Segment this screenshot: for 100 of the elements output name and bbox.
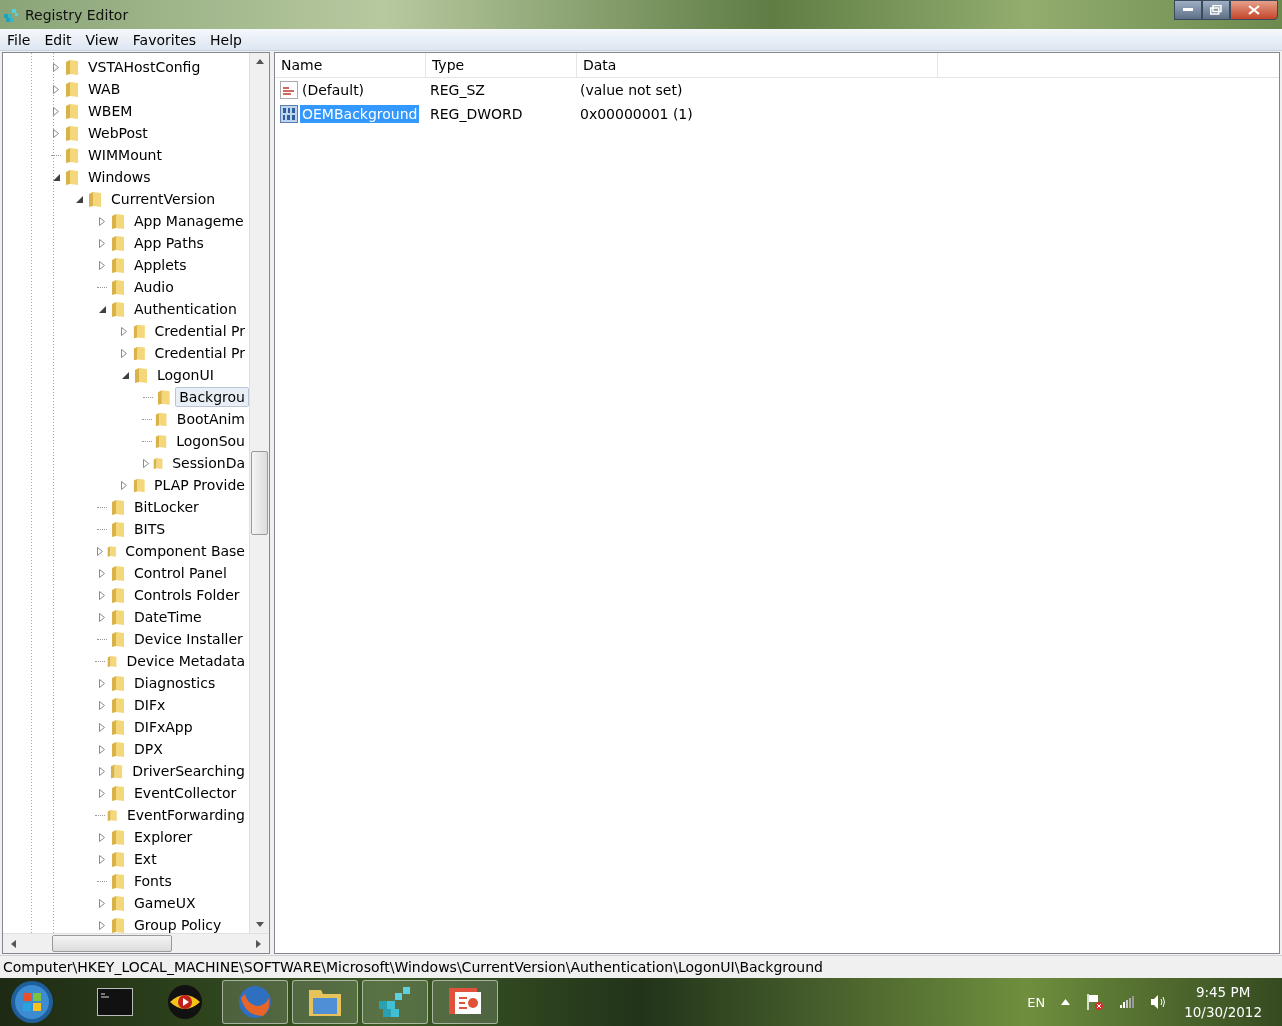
tree-item[interactable]: Group Policy xyxy=(130,915,226,933)
clock-date[interactable]: 10/30/2012 xyxy=(1184,1002,1262,1022)
tree-item[interactable]: BITS xyxy=(130,519,170,539)
tree-item[interactable]: DriverSearching xyxy=(128,761,249,781)
close-button[interactable] xyxy=(1230,0,1278,20)
expand-arrow-icon[interactable] xyxy=(98,766,105,776)
expand-arrow-icon[interactable] xyxy=(96,546,103,556)
tree-item[interactable]: GameUX xyxy=(130,893,200,913)
menu-item[interactable]: View xyxy=(78,31,126,48)
expand-arrow-icon[interactable] xyxy=(53,84,59,94)
tree-item[interactable]: Device Metadata xyxy=(122,651,249,671)
expand-arrow-icon[interactable] xyxy=(99,590,105,600)
vertical-scrollbar[interactable] xyxy=(249,53,269,933)
expand-arrow-icon[interactable] xyxy=(121,480,128,490)
scroll-up-arrow-icon[interactable] xyxy=(255,59,264,64)
expand-arrow-icon[interactable] xyxy=(99,744,105,754)
expand-arrow-icon[interactable] xyxy=(99,216,105,226)
collapse-arrow-icon[interactable] xyxy=(75,195,83,203)
tree-item[interactable]: EventCollector xyxy=(130,783,241,803)
menu-item[interactable]: Edit xyxy=(37,31,79,48)
status-bar: Computer\HKEY_LOCAL_MACHINE\SOFTWARE\Microsoft\Windows\CurrentVersion\Authentication\LogonUI\Background xyxy=(0,955,1282,978)
tree-item[interactable]: WebPost xyxy=(84,123,152,143)
expand-arrow-icon[interactable] xyxy=(99,832,105,842)
expand-arrow-icon[interactable] xyxy=(53,128,59,138)
expand-arrow-icon[interactable] xyxy=(121,348,128,358)
tree-item[interactable]: DPX xyxy=(130,739,167,759)
tree-item[interactable]: DateTime xyxy=(130,607,206,627)
column-header[interactable]: Type xyxy=(426,53,577,77)
expand-arrow-icon[interactable] xyxy=(121,326,128,336)
tree-item[interactable]: Control Panel xyxy=(130,563,231,583)
expand-arrow-icon[interactable] xyxy=(53,62,59,72)
expand-arrow-icon[interactable] xyxy=(99,722,105,732)
tree-item[interactable]: Fonts xyxy=(130,871,176,891)
tree-item[interactable]: Ext xyxy=(130,849,161,869)
tree-item[interactable]: WAB xyxy=(84,79,125,99)
tree-item[interactable]: SessionDa xyxy=(168,453,249,473)
minimize-button[interactable] xyxy=(1174,0,1202,20)
expand-arrow-icon[interactable] xyxy=(99,612,105,622)
tree-item[interactable]: Credential Pr xyxy=(150,321,249,341)
up-arrow-icon[interactable] xyxy=(1061,999,1071,1005)
menu-item[interactable]: File xyxy=(0,31,38,48)
tree-item[interactable]: Windows xyxy=(84,167,155,187)
collapse-arrow-icon[interactable] xyxy=(52,173,60,181)
expand-arrow-icon[interactable] xyxy=(99,854,105,864)
tree-item[interactable]: Explorer xyxy=(130,827,197,847)
expand-arrow-icon[interactable] xyxy=(99,700,105,710)
tree-item[interactable]: DIFxApp xyxy=(130,717,197,737)
tree-item[interactable]: WIMMount xyxy=(84,145,166,165)
tree-item[interactable]: Controls Folder xyxy=(130,585,244,605)
tree-item[interactable]: Backgrou xyxy=(175,387,249,407)
tree-item[interactable]: Credential Pr xyxy=(150,343,249,363)
taskbar-button[interactable] xyxy=(432,980,498,1024)
expand-arrow-icon[interactable] xyxy=(143,458,150,468)
tree-item[interactable]: Component Base xyxy=(121,541,249,561)
expand-arrow-icon[interactable] xyxy=(99,238,105,248)
scroll-thumb[interactable] xyxy=(52,935,172,952)
expand-arrow-icon[interactable] xyxy=(99,898,105,908)
tree-item[interactable]: LogonUI xyxy=(153,365,218,385)
column-header[interactable]: Data xyxy=(577,53,938,77)
tree-item[interactable]: App Manageme xyxy=(130,211,248,231)
expand-arrow-icon[interactable] xyxy=(99,568,105,578)
scroll-down-arrow-icon[interactable] xyxy=(255,922,264,927)
scroll-left-arrow-icon[interactable] xyxy=(11,939,16,948)
expand-arrow-icon[interactable] xyxy=(99,260,105,270)
collapse-arrow-icon[interactable] xyxy=(98,305,106,313)
start-orb-icon[interactable] xyxy=(10,980,54,1024)
menu-item[interactable]: Help xyxy=(203,31,249,48)
tree-item[interactable]: Device Installer xyxy=(130,629,247,649)
tree-item[interactable]: DIFx xyxy=(130,695,170,715)
column-header[interactable]: Name xyxy=(275,53,426,77)
tree-item[interactable]: CurrentVersion xyxy=(107,189,220,209)
scroll-thumb[interactable] xyxy=(251,451,268,535)
tree-item[interactable]: Audio xyxy=(130,277,178,297)
language-indicator[interactable]: EN xyxy=(1027,994,1046,1010)
signal-icon[interactable] xyxy=(1120,996,1135,1008)
tree-item[interactable]: WBEM xyxy=(84,101,137,121)
tree-item[interactable]: VSTAHostConfig xyxy=(84,57,205,77)
expand-arrow-icon[interactable] xyxy=(99,920,105,930)
folder-icon xyxy=(111,300,125,318)
collapse-arrow-icon[interactable] xyxy=(121,371,129,379)
horizontal-scrollbar[interactable] xyxy=(3,933,269,953)
clock-time[interactable]: 9:45 PM xyxy=(1195,982,1251,1002)
tree-item[interactable]: Authentication xyxy=(130,299,241,319)
tree-item[interactable]: BitLocker xyxy=(130,497,203,517)
value-name[interactable]: (Default) xyxy=(300,81,367,99)
tree-item[interactable]: Diagnostics xyxy=(130,673,220,693)
tree-item[interactable]: PLAP Provide xyxy=(150,475,249,495)
tree-item[interactable]: EventForwarding xyxy=(122,805,249,825)
tree-item[interactable]: App Paths xyxy=(130,233,208,253)
maximize-button[interactable] xyxy=(1202,0,1230,20)
scroll-right-arrow-icon[interactable] xyxy=(256,939,261,948)
tree-item[interactable]: LogonSou xyxy=(172,431,249,451)
expand-arrow-icon[interactable] xyxy=(99,678,105,688)
tree-item[interactable]: BootAnim xyxy=(172,409,249,429)
expand-arrow-icon[interactable] xyxy=(99,788,105,798)
tree-item[interactable]: Applets xyxy=(130,255,191,275)
flag-icon[interactable] xyxy=(1086,993,1105,1011)
menu-item[interactable]: Favorites xyxy=(125,31,204,48)
value-data: 0x00000001 (1) xyxy=(579,106,694,122)
expand-arrow-icon[interactable] xyxy=(53,106,59,116)
